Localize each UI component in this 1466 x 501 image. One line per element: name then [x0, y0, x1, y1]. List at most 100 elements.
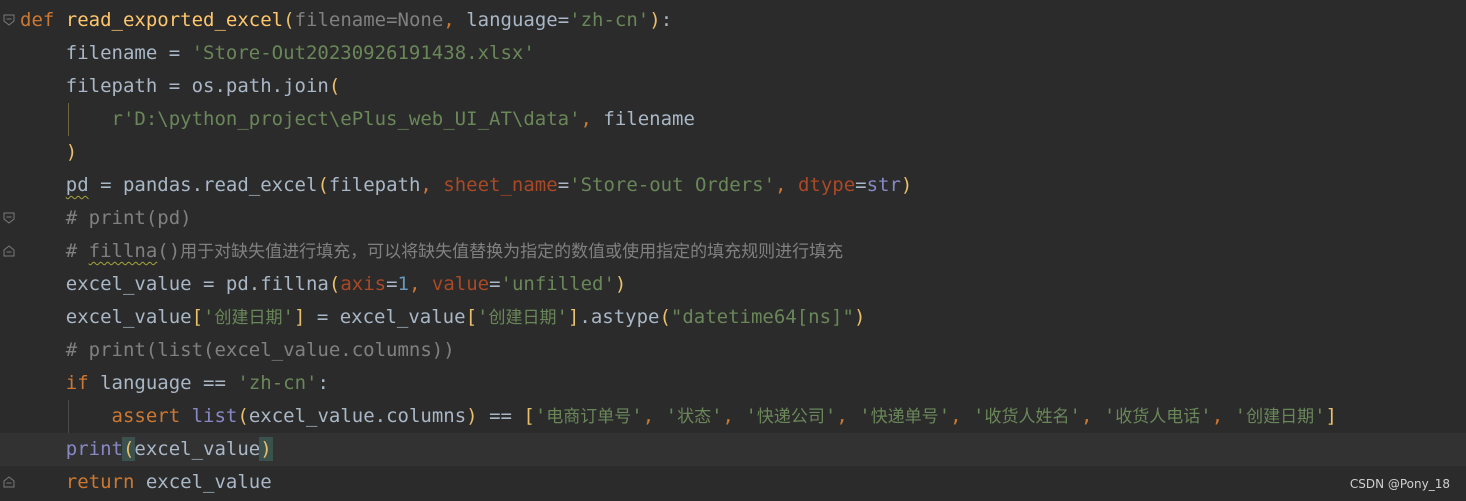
code-token: : [660, 9, 673, 31]
code-token: 'Store-Out20230926191438.xlsx' [191, 42, 535, 64]
code-line[interactable]: r'D:\python_project\ePlus_web_UI_AT\data… [20, 103, 1466, 136]
code-token: ' [1200, 405, 1212, 427]
fold-close-icon[interactable] [3, 476, 15, 488]
code-token: 快递公司 [756, 407, 825, 427]
code-token: 'zh-cn' [569, 9, 650, 31]
code-token: ) [65, 141, 78, 163]
code-token: filepath = os.path.join [20, 75, 329, 97]
code-token: ( [659, 306, 671, 328]
code-token: ( [283, 9, 295, 31]
code-line[interactable]: if language == 'zh-cn': [20, 367, 1466, 400]
code-token: 1 [397, 273, 409, 295]
code-token: ) [614, 273, 627, 295]
code-token: , [836, 405, 860, 427]
fold-open-icon[interactable] [3, 14, 15, 26]
fold-close-icon[interactable] [3, 245, 15, 257]
indent-guide [68, 103, 69, 136]
code-token: ' [556, 306, 568, 328]
code-line[interactable]: return excel_value [20, 466, 1466, 499]
code-line[interactable]: # print(list(excel_value.columns)) [20, 334, 1466, 367]
code-token: # print(list(excel_value.columns)) [20, 339, 455, 361]
watermark: CSDN @Pony_18 [1349, 477, 1450, 491]
code-token: read_exported_excel [65, 9, 284, 31]
code-line[interactable]: excel_value['创建日期'] = excel_value['创建日期'… [20, 301, 1466, 334]
code-token: ' [859, 405, 871, 427]
code-token: 创建日期 [1246, 407, 1315, 427]
code-token: print [65, 438, 123, 460]
code-line[interactable]: ) [20, 136, 1466, 169]
code-token: sheet_name [443, 174, 558, 196]
code-line[interactable]: filename = 'Store-Out20230926191438.xlsx… [20, 37, 1466, 70]
code-token: ) [259, 437, 273, 461]
code-line[interactable]: def read_exported_excel(filename=None, l… [20, 4, 1466, 37]
code-token: = [855, 174, 867, 196]
code-line[interactable]: filepath = os.path.join( [20, 70, 1466, 103]
code-area[interactable]: def read_exported_excel(filename=None, l… [0, 4, 1466, 499]
code-token: language == [88, 372, 238, 394]
code-token: , [443, 9, 467, 31]
code-line[interactable]: print(excel_value) [0, 433, 1466, 466]
code-token: ) [853, 306, 866, 328]
code-token: ' [282, 306, 294, 328]
code-token: filename = [20, 42, 192, 64]
code-line[interactable]: assert list(excel_value.columns) == ['电商… [20, 400, 1466, 433]
code-token: .astype [579, 306, 660, 328]
gutter [0, 0, 20, 501]
code-token: , [642, 405, 666, 427]
code-token: dtype [797, 174, 856, 196]
code-line[interactable]: # print(pd) [20, 202, 1466, 235]
code-token: , [420, 174, 444, 196]
code-token: , [950, 405, 974, 427]
code-token: ) [466, 405, 478, 427]
code-editor[interactable]: def read_exported_excel(filename=None, l… [0, 0, 1466, 501]
code-token: excel_value.columns [248, 405, 467, 427]
code-token: 电商订单号 [546, 407, 632, 427]
code-token: ' [824, 405, 837, 427]
code-token: ( [328, 75, 341, 97]
code-token: value [431, 273, 490, 295]
fold-open-icon[interactable] [3, 212, 15, 224]
code-token: = [386, 273, 398, 295]
code-token: = [557, 174, 570, 196]
code-line[interactable]: excel_value = pd.fillna(axis=1, value='u… [20, 268, 1466, 301]
code-token: assert [111, 405, 181, 427]
code-token: return [65, 471, 135, 493]
code-line[interactable]: # fillna()用于对缺失值进行填充，可以将缺失值替换为指定的数值或使用指定… [20, 235, 1466, 268]
code-token: , [1080, 405, 1104, 427]
code-token: ( [237, 405, 249, 427]
code-token: language [466, 9, 558, 31]
code-token: ] [1325, 405, 1337, 427]
code-token: 'unfilled' [500, 273, 615, 295]
code-line[interactable]: pd = pandas.read_excel(filepath, sheet_n… [20, 169, 1466, 202]
code-token: ' [203, 306, 215, 328]
code-token: 收货人姓名 [984, 407, 1070, 427]
code-token: pd [65, 174, 89, 196]
code-token: == [477, 405, 524, 427]
code-token: ' [973, 405, 985, 427]
code-token: 创建日期 [488, 308, 557, 328]
code-token: excel_value [134, 471, 272, 493]
code-token: 'Store-out Orders' [569, 174, 776, 196]
code-token: def [20, 9, 55, 31]
code-token: [ [465, 306, 478, 328]
code-token: 创建日期 [214, 308, 283, 328]
code-token: 快递单号 [870, 407, 939, 427]
code-token: ' [1103, 405, 1116, 427]
code-token: , [722, 405, 746, 427]
code-token: # print(pd) [20, 207, 192, 229]
code-token: = excel_value [305, 306, 466, 328]
code-token: , [580, 108, 604, 130]
code-token: () [157, 240, 181, 262]
code-token: : [317, 372, 329, 394]
code-token: ] [293, 306, 306, 328]
code-token: ' [534, 405, 547, 427]
code-token: = pandas.read_excel [88, 174, 318, 196]
code-token: ' [631, 405, 643, 427]
code-token: ' [665, 405, 678, 427]
